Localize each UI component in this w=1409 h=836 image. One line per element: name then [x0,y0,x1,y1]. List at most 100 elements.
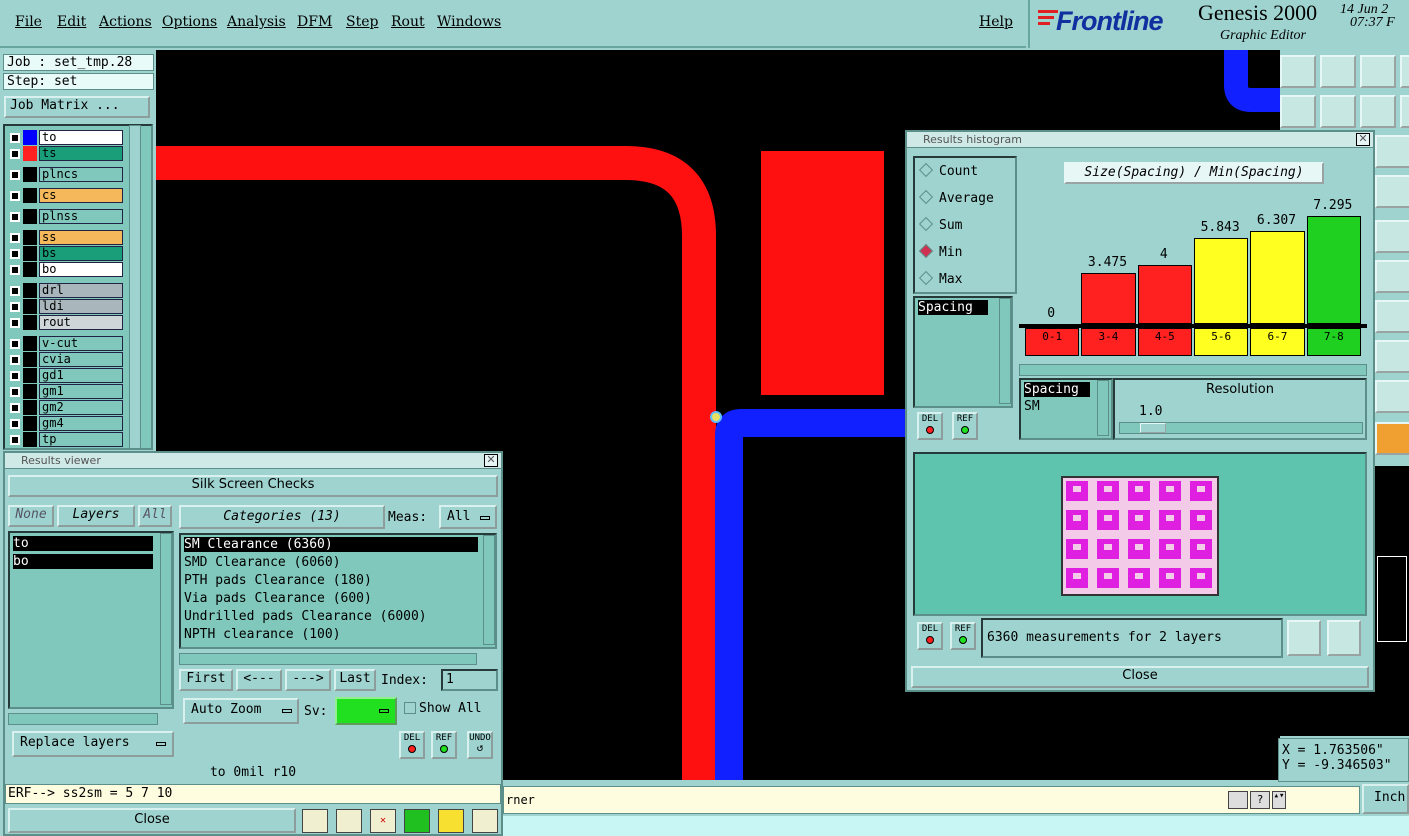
layer-checkbox[interactable] [10,387,20,397]
chart-hscrollbar[interactable] [1019,364,1367,376]
layer-row[interactable]: bs [7,246,124,261]
tool-ruler-icon[interactable] [1375,220,1409,253]
layer-row[interactable]: plncs [7,167,124,182]
categories-scrollbar[interactable] [483,535,495,645]
histogram-close-button[interactable]: Close [911,666,1369,688]
layer-name[interactable]: ss [39,230,123,245]
layer-row[interactable]: rout [7,315,124,330]
layer-select-list[interactable]: to bo [8,531,174,709]
show-all-checkbox[interactable] [404,702,416,714]
close-icon[interactable]: ✕ [1356,133,1370,146]
measure-list-scrollbar[interactable] [1097,380,1109,436]
slider-thumb[interactable] [1140,423,1166,433]
replace-layers-dropdown[interactable]: Replace layers [12,731,174,757]
graph-icon[interactable] [336,809,362,833]
layer-checkbox[interactable] [10,403,20,413]
radio-min[interactable]: Min [918,243,962,260]
menu-actions[interactable]: Actions [99,14,152,30]
layer-row[interactable]: ss [7,230,124,245]
tool-save-icon[interactable] [1320,55,1356,88]
layer-row[interactable]: gm4 [7,416,124,431]
numbering-icon[interactable] [404,809,430,833]
layer-name[interactable]: cs [39,188,123,203]
category-item[interactable]: NPTH clearance (100) [184,627,341,642]
tool-house-icon[interactable] [1360,55,1396,88]
tool-right-icon[interactable] [1320,95,1356,128]
radio-count[interactable]: Count [918,162,978,179]
preview-ref-button[interactable]: REF [950,622,976,650]
list-item[interactable]: to [13,536,153,551]
categories-hscrollbar[interactable] [179,653,477,665]
del-button[interactable]: DEL [399,731,425,759]
layer-name[interactable]: gm1 [39,384,123,399]
menu-file[interactable]: File [15,14,42,30]
layer-checkbox[interactable] [10,212,20,222]
category-item[interactable]: Undrilled pads Clearance (6000) [184,609,427,624]
layer-name[interactable]: drl [39,283,123,298]
histogram-bar[interactable] [1194,237,1249,324]
layer-name[interactable]: gd1 [39,368,123,383]
index-input[interactable]: 1 [441,669,498,691]
histogram-bin-label[interactable]: 0-1 [1025,328,1080,356]
undo-button[interactable]: UNDO ↺ [467,731,493,759]
layer-checkbox[interactable] [10,302,20,312]
histogram-bin-label[interactable]: 4-5 [1137,328,1192,356]
category-item[interactable]: SMD Clearance (6060) [184,555,341,570]
category-item[interactable]: Via pads Clearance (600) [184,591,372,606]
radio-max[interactable]: Max [918,270,962,287]
tool-circle-icon[interactable] [1375,300,1409,333]
histogram-bar[interactable] [1306,216,1361,324]
list-item[interactable]: SM [1024,399,1040,414]
list-item[interactable]: bo [13,554,153,569]
radio-average[interactable]: Average [918,189,994,206]
export-icon[interactable] [1287,620,1321,656]
histogram-bin-label[interactable]: 7-8 [1306,328,1361,356]
layer-row[interactable]: gd1 [7,368,124,383]
tool-pin-icon[interactable] [1375,260,1409,293]
erf-command-field[interactable]: ERF--> ss2sm = 5 7 10 [5,784,501,804]
menu-analysis[interactable]: Analysis [227,14,286,30]
layer-row[interactable]: cvia [7,352,124,367]
menu-rout[interactable]: Rout [391,14,425,30]
tool-extra-icon[interactable] [1400,55,1409,88]
ref-button[interactable]: REF [431,731,457,759]
layer-row[interactable]: bo [7,262,124,277]
none-button[interactable]: None [8,505,54,527]
last-button[interactable]: Last [334,669,376,691]
layer-row[interactable]: cs [7,188,124,203]
layer-checkbox[interactable] [10,133,20,143]
sv-color-dropdown[interactable] [335,697,397,725]
histogram-bin-label[interactable]: 3-4 [1081,328,1136,356]
tool-draw-icon[interactable] [1375,380,1409,413]
layer-name[interactable]: bs [39,246,123,261]
spinner-icon[interactable]: ▴▾ [1272,791,1286,809]
layer-name[interactable]: plnss [39,209,123,224]
tool-cursor-icon[interactable] [1375,422,1409,455]
tool-snap-icon[interactable] [1375,340,1409,373]
print-icon[interactable] [1327,620,1361,656]
hist-ref-button[interactable]: REF [952,412,978,440]
layer-row[interactable]: plnss [7,209,124,224]
layer-name[interactable]: plncs [39,167,123,182]
layer-checkbox[interactable] [10,371,20,381]
next-button[interactable]: ---> [285,669,331,691]
job-matrix-button[interactable]: Job Matrix ... [4,96,150,118]
layer-row[interactable]: ts [7,146,124,161]
layer-name[interactable]: tp [39,432,123,447]
category-item[interactable]: SM Clearance (6360) [184,537,478,552]
layer-row[interactable]: drl [7,283,124,298]
pointer-icon[interactable] [1228,791,1248,809]
auto-zoom-dropdown[interactable]: Auto Zoom [183,698,299,724]
layer-scrollbar[interactable] [129,125,141,449]
layer-name[interactable]: to [39,130,123,145]
layer-checkbox[interactable] [10,191,20,201]
layer-row[interactable]: gm1 [7,384,124,399]
layer-row[interactable]: v-cut [7,336,124,351]
list-item[interactable]: Spacing [918,300,988,315]
measure-list[interactable]: Spacing SM [1019,378,1113,440]
layer-checkbox[interactable] [10,170,20,180]
ref-cross-icon[interactable]: ✕ [370,809,396,833]
units-button[interactable]: Inch [1362,784,1409,814]
layer-name[interactable]: gm4 [39,416,123,431]
category-item[interactable]: PTH pads Clearance (180) [184,573,372,588]
